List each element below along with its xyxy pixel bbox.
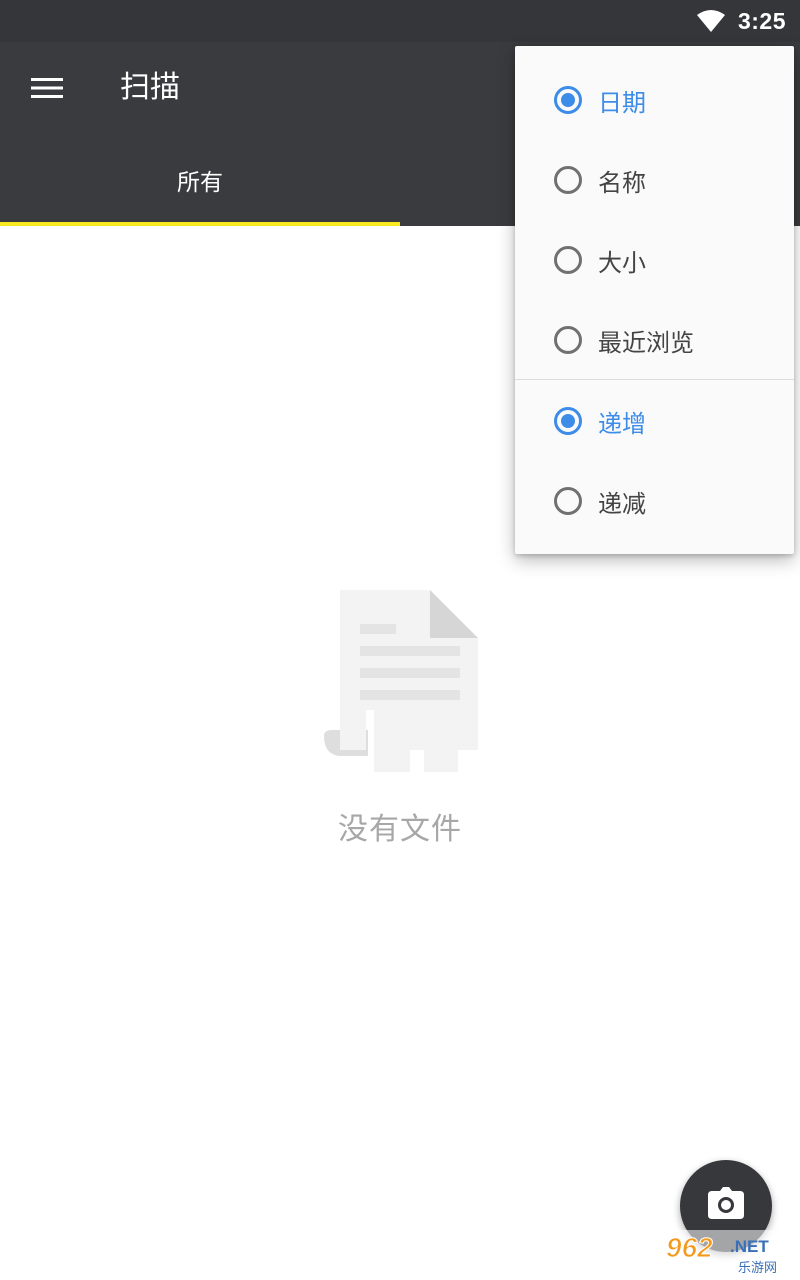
sort-option-date[interactable]: 日期	[515, 60, 794, 140]
empty-state-text: 没有文件	[338, 812, 462, 847]
radio-checked-icon	[554, 86, 582, 114]
sort-option-label: 最近浏览	[598, 328, 694, 357]
order-group: 递增 递减	[515, 381, 794, 541]
order-option-label: 递减	[598, 489, 646, 518]
radio-unchecked-icon	[554, 246, 582, 274]
tab-all-label: 所有	[177, 170, 223, 196]
wifi-icon	[696, 10, 725, 32]
status-icons: 3:25	[696, 0, 786, 42]
status-time: 3:25	[737, 7, 786, 34]
watermark-logo: 962 .NET 乐游网	[660, 1230, 794, 1276]
menu-button[interactable]	[20, 64, 74, 112]
tab-all[interactable]: 所有	[0, 134, 400, 226]
sort-menu: 日期 名称 大小 最近浏览 递增 递减	[515, 46, 794, 554]
svg-text:962: 962	[666, 1232, 713, 1263]
sort-option-label: 大小	[598, 248, 646, 277]
menu-divider	[515, 379, 794, 380]
document-icon	[324, 590, 478, 772]
svg-text:.NET: .NET	[730, 1237, 769, 1256]
sort-option-label: 名称	[598, 168, 646, 197]
radio-unchecked-icon	[554, 166, 582, 194]
sort-option-size[interactable]: 大小	[515, 220, 794, 300]
watermark-logo-graphic: 962 .NET 乐游网	[660, 1230, 794, 1276]
sort-option-recent[interactable]: 最近浏览	[515, 300, 794, 380]
radio-unchecked-icon	[554, 326, 582, 354]
sort-by-group: 日期 名称 大小 最近浏览	[515, 60, 794, 380]
status-bar: 3:25	[0, 0, 800, 42]
hamburger-menu-icon	[31, 78, 63, 98]
radio-unchecked-icon	[554, 487, 582, 515]
camera-icon	[708, 1187, 744, 1219]
sort-option-label: 日期	[598, 88, 646, 117]
order-option-descending[interactable]: 递减	[515, 461, 794, 541]
radio-checked-icon	[554, 407, 582, 435]
order-option-ascending[interactable]: 递增	[515, 381, 794, 461]
sort-option-name[interactable]: 名称	[515, 140, 794, 220]
svg-text:乐游网: 乐游网	[738, 1261, 777, 1276]
page-title: 扫描	[120, 70, 180, 105]
order-option-label: 递增	[598, 409, 646, 438]
screen: 3:25 扫描 所有 没有文件 日期 名称 大小 最近浏览 递增 递减 962 …	[0, 0, 800, 1280]
